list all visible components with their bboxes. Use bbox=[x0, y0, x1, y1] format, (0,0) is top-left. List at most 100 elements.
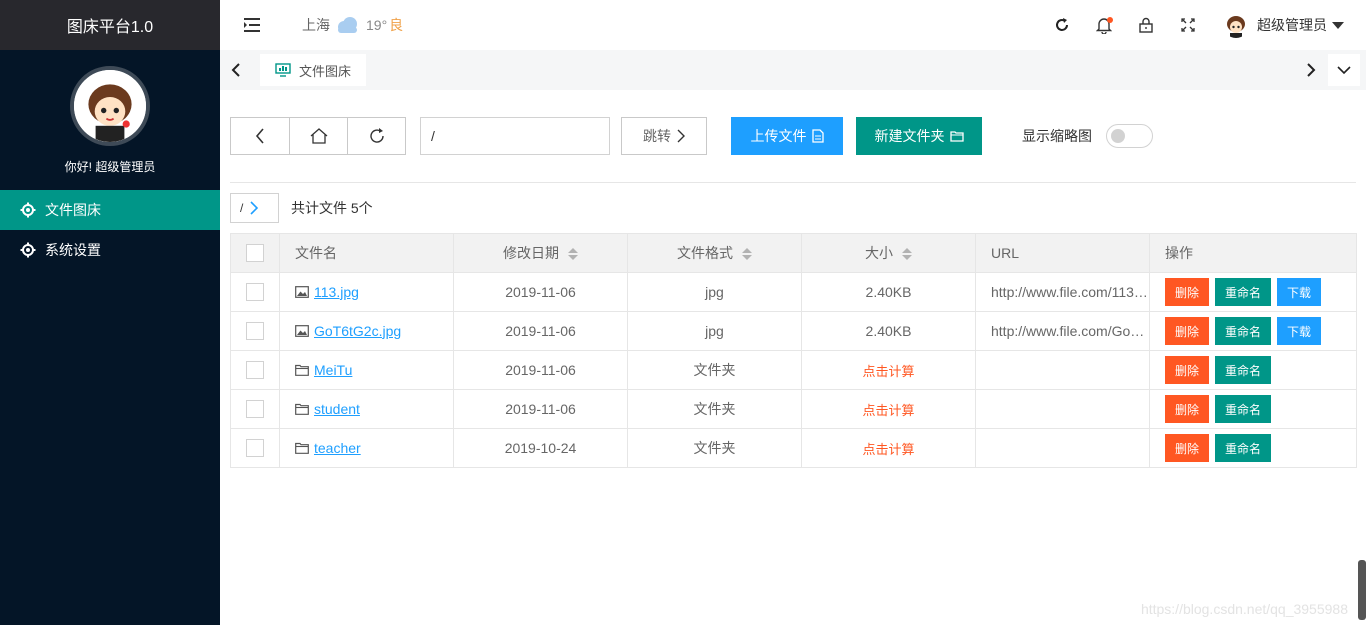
file-format: 文件夹 bbox=[627, 350, 802, 390]
sort-icon[interactable] bbox=[902, 248, 912, 261]
thumbnail-toggle[interactable] bbox=[1106, 124, 1153, 148]
refresh-icon[interactable] bbox=[1041, 0, 1083, 50]
table-row: teacher 2019-10-24 文件夹 点击计算 删除 重命名 bbox=[230, 428, 1357, 468]
file-url bbox=[975, 389, 1150, 429]
rename-button[interactable]: 重命名 bbox=[1215, 317, 1271, 345]
row-checkbox[interactable] bbox=[246, 400, 264, 418]
folder-icon bbox=[295, 364, 309, 376]
delete-button[interactable]: 删除 bbox=[1165, 278, 1209, 306]
rename-button[interactable]: 重命名 bbox=[1215, 395, 1271, 423]
sidebar-item-label: 系统设置 bbox=[45, 242, 101, 258]
table-row: GoT6tG2c.jpg 2019-11-06 jpg 2.40KB http://ww… bbox=[230, 311, 1357, 351]
user-menu[interactable]: 超级管理员 bbox=[1223, 12, 1344, 38]
file-name-link[interactable]: GoT6tG2c.jpg bbox=[314, 323, 401, 339]
rename-button[interactable]: 重命名 bbox=[1215, 434, 1271, 462]
nav-button-group bbox=[230, 117, 406, 155]
file-name-link[interactable]: MeiTu bbox=[314, 362, 352, 378]
file-format: jpg bbox=[627, 311, 802, 351]
jump-label: 跳转 bbox=[643, 128, 671, 144]
top-header: 上海 19° 良 超级管理员 bbox=[220, 0, 1366, 50]
file-date: 2019-11-06 bbox=[453, 311, 628, 351]
file-date: 2019-11-06 bbox=[453, 272, 628, 312]
header-date[interactable]: 修改日期 bbox=[453, 233, 628, 273]
fullscreen-icon[interactable] bbox=[1167, 0, 1209, 50]
gear-icon bbox=[20, 242, 36, 258]
delete-button[interactable]: 删除 bbox=[1165, 434, 1209, 462]
calculate-size-link[interactable]: 点击计算 bbox=[862, 442, 914, 457]
breadcrumb-path: / bbox=[240, 201, 244, 215]
header-format[interactable]: 文件格式 bbox=[627, 233, 802, 273]
breadcrumb-root[interactable]: / bbox=[230, 193, 279, 223]
delete-button[interactable]: 删除 bbox=[1165, 317, 1209, 345]
new-folder-button[interactable]: 新建文件夹 bbox=[856, 117, 982, 155]
chevron-down-icon[interactable] bbox=[1328, 54, 1360, 86]
chevron-left-icon[interactable] bbox=[220, 50, 252, 90]
refresh-button[interactable] bbox=[347, 118, 405, 154]
sidebar-item-file-bed[interactable]: 文件图床 bbox=[0, 190, 220, 230]
header-url: URL bbox=[975, 233, 1150, 273]
home-icon bbox=[310, 128, 327, 144]
row-checkbox[interactable] bbox=[246, 361, 264, 379]
chevron-right-icon bbox=[677, 129, 685, 143]
home-button[interactable] bbox=[289, 118, 347, 154]
row-checkbox[interactable] bbox=[246, 322, 264, 340]
rename-button[interactable]: 重命名 bbox=[1215, 356, 1271, 384]
folder-icon bbox=[295, 442, 309, 454]
file-date: 2019-11-06 bbox=[453, 389, 628, 429]
folder-icon bbox=[295, 403, 309, 415]
file-icon bbox=[811, 129, 824, 143]
download-button[interactable]: 下载 bbox=[1277, 317, 1321, 345]
bell-icon[interactable] bbox=[1083, 0, 1125, 50]
path-input[interactable] bbox=[420, 117, 610, 155]
watermark: https://blog.csdn.net/qq_3955988 bbox=[1140, 601, 1348, 617]
header-ops: 操作 bbox=[1149, 233, 1357, 273]
row-checkbox[interactable] bbox=[246, 283, 264, 301]
tab-file-bed[interactable]: 文件图床 bbox=[260, 54, 367, 86]
file-size: 2.40KB bbox=[865, 323, 912, 339]
scrollbar[interactable] bbox=[1358, 560, 1366, 620]
delete-button[interactable]: 删除 bbox=[1165, 395, 1209, 423]
calculate-size-link[interactable]: 点击计算 bbox=[862, 403, 914, 418]
chevron-right-icon[interactable] bbox=[1294, 50, 1328, 90]
select-all-checkbox[interactable] bbox=[246, 244, 264, 262]
lock-icon[interactable] bbox=[1125, 0, 1167, 50]
sidebar-item-settings[interactable]: 系统设置 bbox=[0, 230, 220, 270]
sidebar: 图床平台1.0 你好! 超级管理员 文件图床 系统设置 bbox=[0, 0, 220, 625]
sort-icon[interactable] bbox=[742, 248, 752, 261]
upload-file-button[interactable]: 上传文件 bbox=[731, 117, 843, 155]
avatar-image bbox=[74, 70, 146, 142]
weather-widget: 上海 19° 良 bbox=[302, 15, 403, 35]
file-name-link[interactable]: teacher bbox=[314, 440, 361, 456]
file-date: 2019-10-24 bbox=[453, 428, 628, 468]
table-row: student 2019-11-06 文件夹 点击计算 删除 重命名 bbox=[230, 389, 1357, 429]
file-format: 文件夹 bbox=[627, 428, 802, 468]
header-format-label: 文件格式 bbox=[677, 245, 733, 261]
breadcrumb: / 共计文件 5个 bbox=[230, 183, 1356, 233]
sort-icon[interactable] bbox=[568, 248, 578, 261]
file-url: http://www.file.com/GoT6tG2c.jpg bbox=[975, 311, 1150, 351]
file-name-link[interactable]: 113.jpg bbox=[314, 284, 359, 300]
rename-button[interactable]: 重命名 bbox=[1215, 278, 1271, 306]
header-size-label: 大小 bbox=[865, 245, 893, 261]
file-format: 文件夹 bbox=[627, 389, 802, 429]
delete-button[interactable]: 删除 bbox=[1165, 356, 1209, 384]
file-url: http://www.file.com/113.jpg bbox=[975, 272, 1150, 312]
row-checkbox[interactable] bbox=[246, 439, 264, 457]
file-url bbox=[975, 350, 1150, 390]
caret-down-icon bbox=[1332, 21, 1344, 29]
header-size[interactable]: 大小 bbox=[801, 233, 976, 273]
back-button[interactable] bbox=[231, 118, 289, 154]
greeting: 你好! 超级管理员 bbox=[64, 160, 156, 174]
download-button[interactable]: 下载 bbox=[1277, 278, 1321, 306]
thumbnail-label: 显示缩略图 bbox=[1022, 128, 1092, 144]
jump-button[interactable]: 跳转 bbox=[621, 117, 707, 155]
tab-label: 文件图床 bbox=[299, 63, 352, 79]
chevron-left-icon bbox=[255, 128, 264, 144]
new-folder-label: 新建文件夹 bbox=[874, 128, 945, 144]
file-name-link[interactable]: student bbox=[314, 401, 360, 417]
tab-bar: 文件图床 bbox=[220, 50, 1366, 90]
menu-toggle-icon[interactable] bbox=[242, 17, 272, 33]
avatar[interactable] bbox=[70, 66, 150, 146]
file-url bbox=[975, 428, 1150, 468]
calculate-size-link[interactable]: 点击计算 bbox=[862, 364, 914, 379]
